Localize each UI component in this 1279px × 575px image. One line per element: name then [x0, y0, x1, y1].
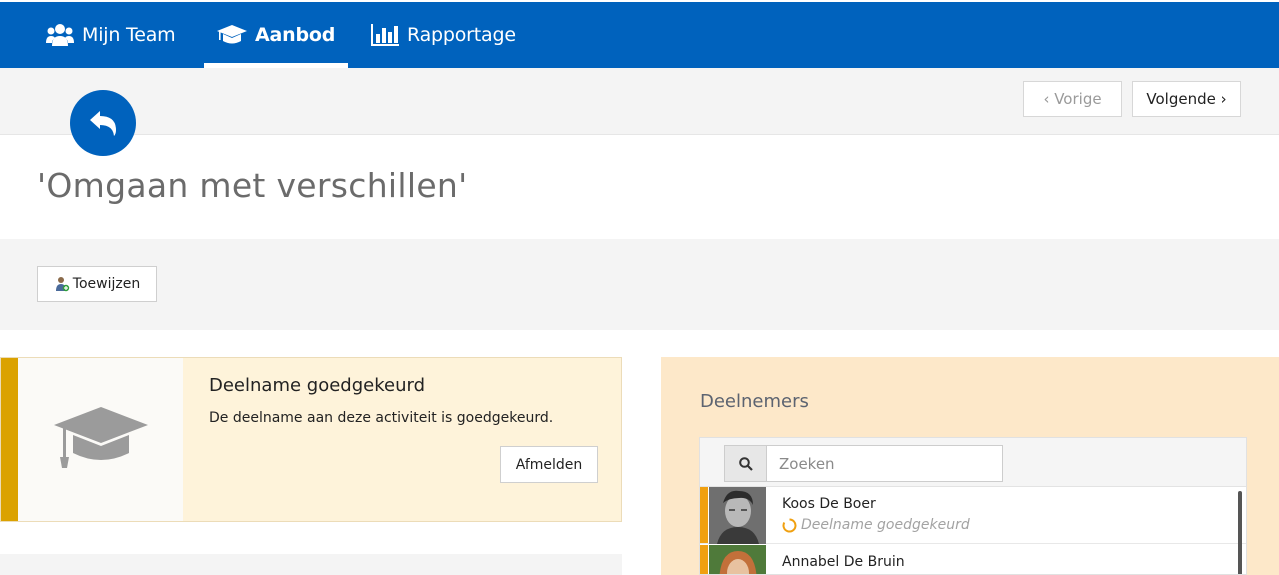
nav-label: Aanbod: [255, 24, 336, 46]
page-title: 'Omgaan met verschillen': [37, 166, 468, 205]
person-name: Annabel De Bruin: [782, 554, 905, 570]
graduation-cap-icon: [217, 25, 247, 44]
status-stripe: [700, 487, 708, 543]
pager-bar: ‹ Vorige Volgende ›: [0, 68, 1279, 135]
back-arrow-icon: [90, 111, 116, 136]
search-row: [700, 438, 1246, 487]
avatar: [709, 487, 766, 544]
search-button[interactable]: [724, 445, 767, 482]
status-title: Deelname goedgekeurd: [209, 375, 425, 396]
person-status-label: Deelname goedgekeurd: [801, 517, 970, 533]
bar-chart-icon: [371, 24, 399, 46]
participants-title: Deelnemers: [700, 391, 809, 412]
participants-list: Koos De Boer Deelname goedgekeurd Annabe…: [699, 437, 1247, 575]
status-description: De deelname aan deze activiteit is goedg…: [209, 410, 554, 426]
participation-status-card: Deelname goedgekeurd De deelname aan dez…: [0, 357, 622, 522]
status-icon-box: [18, 358, 183, 521]
person-name: Koos De Boer: [782, 496, 876, 512]
status-stripe: [700, 545, 708, 574]
nav-item-aanbod[interactable]: Aanbod: [203, 2, 349, 68]
previous-button[interactable]: ‹ Vorige: [1023, 81, 1122, 117]
nav-item-rapportage[interactable]: Rapportage: [371, 2, 516, 68]
status-progress-icon: [782, 518, 797, 532]
nav-label: Mijn Team: [82, 24, 176, 46]
back-button[interactable]: [70, 90, 136, 156]
team-icon: [46, 24, 74, 46]
status-accent-stripe: [1, 358, 18, 521]
assign-user-icon: [55, 277, 69, 292]
list-item[interactable]: Annabel De Bruin: [700, 545, 1246, 574]
actions-bar: Toewijzen: [0, 239, 1279, 330]
assign-label: Toewijzen: [72, 276, 141, 292]
search-icon: [738, 456, 753, 471]
unsubscribe-button[interactable]: Afmelden: [500, 446, 598, 483]
next-section-placeholder: [0, 554, 622, 575]
participants-panel: Deelnemers Zoeken Koos De Boer Deelname …: [661, 357, 1279, 575]
graduation-cap-icon: [53, 406, 148, 468]
person-status: Deelname goedgekeurd: [782, 517, 970, 533]
top-navigation: Mijn Team Aanbod Rapportage: [0, 2, 1279, 68]
assign-button[interactable]: Toewijzen: [37, 266, 157, 302]
nav-label: Rapportage: [407, 24, 516, 46]
list-item[interactable]: Koos De Boer Deelname goedgekeurd: [700, 487, 1246, 544]
search-input[interactable]: [766, 445, 1003, 482]
next-button[interactable]: Volgende ›: [1132, 81, 1241, 117]
avatar: [709, 545, 766, 574]
scrollbar[interactable]: [1238, 491, 1242, 574]
nav-item-mijn-team[interactable]: Mijn Team: [46, 2, 176, 68]
